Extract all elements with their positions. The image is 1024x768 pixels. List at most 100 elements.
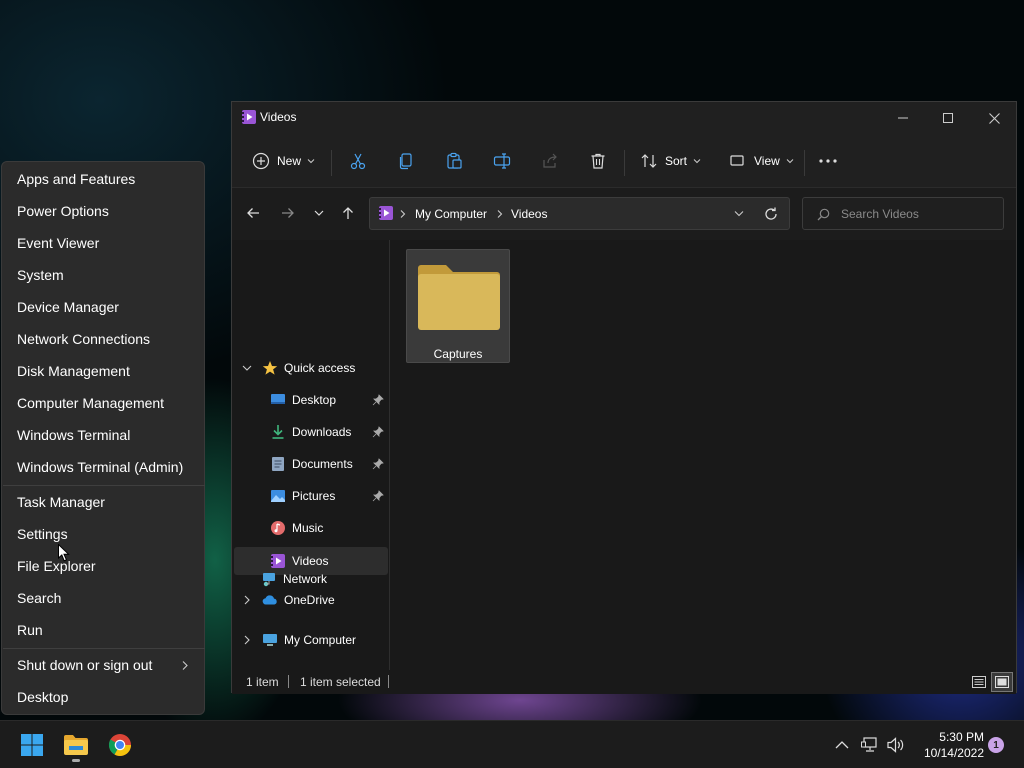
download-icon xyxy=(270,424,286,440)
folder-item[interactable]: Captures xyxy=(406,249,510,363)
forward-button[interactable] xyxy=(277,202,299,224)
nav-documents[interactable]: Documents xyxy=(270,451,388,477)
search-input[interactable] xyxy=(841,206,996,222)
arrow-up-icon xyxy=(343,207,353,219)
plus-circle-icon xyxy=(252,152,270,170)
nav-network[interactable]: Network xyxy=(261,566,385,592)
menu-item-disk-management[interactable]: Disk Management xyxy=(2,356,206,386)
close-button[interactable] xyxy=(971,102,1017,134)
chevron-up-icon xyxy=(835,741,849,749)
taskbar-file-explorer[interactable] xyxy=(60,729,92,762)
nav-label: Pictures xyxy=(292,489,336,503)
back-button[interactable] xyxy=(242,202,264,224)
nav-desktop[interactable]: Desktop xyxy=(270,387,388,413)
minimize-button[interactable] xyxy=(880,102,926,134)
view-icon xyxy=(730,155,744,166)
share-button[interactable] xyxy=(541,147,559,175)
copy-button[interactable] xyxy=(397,147,415,175)
menu-item-device-manager[interactable]: Device Manager xyxy=(2,292,206,322)
document-icon xyxy=(270,456,286,472)
cut-icon xyxy=(350,153,366,170)
menu-item-task-manager[interactable]: Task Manager xyxy=(2,487,206,517)
menu-item-settings[interactable]: Settings xyxy=(2,519,206,549)
new-button[interactable]: New xyxy=(252,147,315,175)
power-user-menu: Apps and Features Power Options Event Vi… xyxy=(1,161,205,715)
file-list-area[interactable]: Captures xyxy=(391,240,1016,670)
up-button[interactable] xyxy=(337,202,359,224)
network-wired-icon xyxy=(861,737,877,752)
show-hidden-icons-button[interactable] xyxy=(826,729,858,761)
menu-item-search[interactable]: Search xyxy=(2,583,206,613)
breadcrumb-videos[interactable]: Videos xyxy=(511,207,547,221)
folder-name: Captures xyxy=(433,347,483,361)
chevron-down-icon[interactable] xyxy=(734,210,744,218)
toolbar-divider xyxy=(804,150,805,176)
cloud-icon xyxy=(262,592,278,608)
menu-item-apps-and-features[interactable]: Apps and Features xyxy=(2,164,206,194)
chevron-down-icon xyxy=(314,210,324,216)
notification-badge[interactable]: 1 xyxy=(988,737,1004,753)
chevron-down-icon[interactable] xyxy=(242,363,252,373)
rename-button[interactable] xyxy=(493,147,511,175)
menu-item-desktop[interactable]: Desktop xyxy=(2,682,206,712)
minimize-icon xyxy=(898,117,908,119)
delete-button[interactable] xyxy=(589,147,607,175)
search-box[interactable] xyxy=(802,197,1004,230)
menu-item-file-explorer[interactable]: File Explorer xyxy=(2,551,206,581)
selection-count: 1 item selected xyxy=(300,675,381,689)
star-icon xyxy=(262,360,278,376)
start-button[interactable] xyxy=(16,729,48,761)
nav-label: OneDrive xyxy=(284,593,335,607)
chevron-right-icon[interactable] xyxy=(242,635,252,645)
system-clock[interactable]: 5:30 PM 10/14/2022 xyxy=(912,729,984,761)
refresh-button[interactable] xyxy=(760,203,782,225)
nav-my-computer[interactable]: My Computer xyxy=(262,627,386,653)
menu-item-windows-terminal-admin[interactable]: Windows Terminal (Admin) xyxy=(2,452,206,482)
recent-locations-button[interactable] xyxy=(308,202,330,224)
toolbar-divider xyxy=(331,150,332,176)
nav-pictures[interactable]: Pictures xyxy=(270,483,388,509)
breadcrumb-my-computer[interactable]: My Computer xyxy=(415,207,487,221)
menu-item-shut-down-or-sign-out[interactable]: Shut down or sign out xyxy=(2,650,206,680)
more-options-button[interactable] xyxy=(819,147,837,175)
menu-item-power-options[interactable]: Power Options xyxy=(2,196,206,226)
nav-quick-access[interactable]: Quick access xyxy=(262,355,386,381)
nav-label: Downloads xyxy=(292,425,352,439)
chevron-down-icon xyxy=(307,159,315,164)
chrome-icon xyxy=(108,734,131,756)
videos-folder-icon xyxy=(241,109,257,125)
network-status-button[interactable] xyxy=(856,729,884,761)
nav-music[interactable]: Music xyxy=(270,515,388,541)
cut-button[interactable] xyxy=(349,147,367,175)
chevron-down-icon xyxy=(693,159,701,164)
search-icon xyxy=(817,208,830,221)
chevron-right-icon xyxy=(182,661,188,670)
menu-item-system[interactable]: System xyxy=(2,260,206,290)
maximize-button[interactable] xyxy=(925,102,971,134)
details-view-button[interactable] xyxy=(970,673,988,691)
menu-item-run[interactable]: Run xyxy=(2,615,206,645)
title-bar[interactable]: Videos xyxy=(232,102,1016,134)
tiles-view-button[interactable] xyxy=(991,672,1013,692)
view-button[interactable]: View xyxy=(729,147,794,175)
chevron-right-icon[interactable] xyxy=(242,595,252,605)
navigation-pane: Quick access Desktop Downloads Documents… xyxy=(232,240,390,670)
menu-item-event-viewer[interactable]: Event Viewer xyxy=(2,228,206,258)
volume-button[interactable] xyxy=(882,729,910,761)
menu-item-network-connections[interactable]: Network Connections xyxy=(2,324,206,354)
menu-item-windows-terminal[interactable]: Windows Terminal xyxy=(2,420,206,450)
address-box[interactable]: My Computer Videos xyxy=(369,197,790,230)
menu-separator xyxy=(3,648,205,649)
taskbar-chrome[interactable] xyxy=(104,729,136,761)
nav-label: My Computer xyxy=(284,633,357,647)
arrow-left-icon xyxy=(247,208,259,218)
music-icon xyxy=(270,520,286,536)
status-divider xyxy=(388,675,389,688)
sort-button[interactable]: Sort xyxy=(640,147,701,175)
paste-button[interactable] xyxy=(445,147,463,175)
nav-downloads[interactable]: Downloads xyxy=(270,419,388,445)
nav-label: Network xyxy=(283,572,328,586)
new-label: New xyxy=(277,154,302,168)
menu-item-computer-management[interactable]: Computer Management xyxy=(2,388,206,418)
pin-icon xyxy=(372,490,384,502)
